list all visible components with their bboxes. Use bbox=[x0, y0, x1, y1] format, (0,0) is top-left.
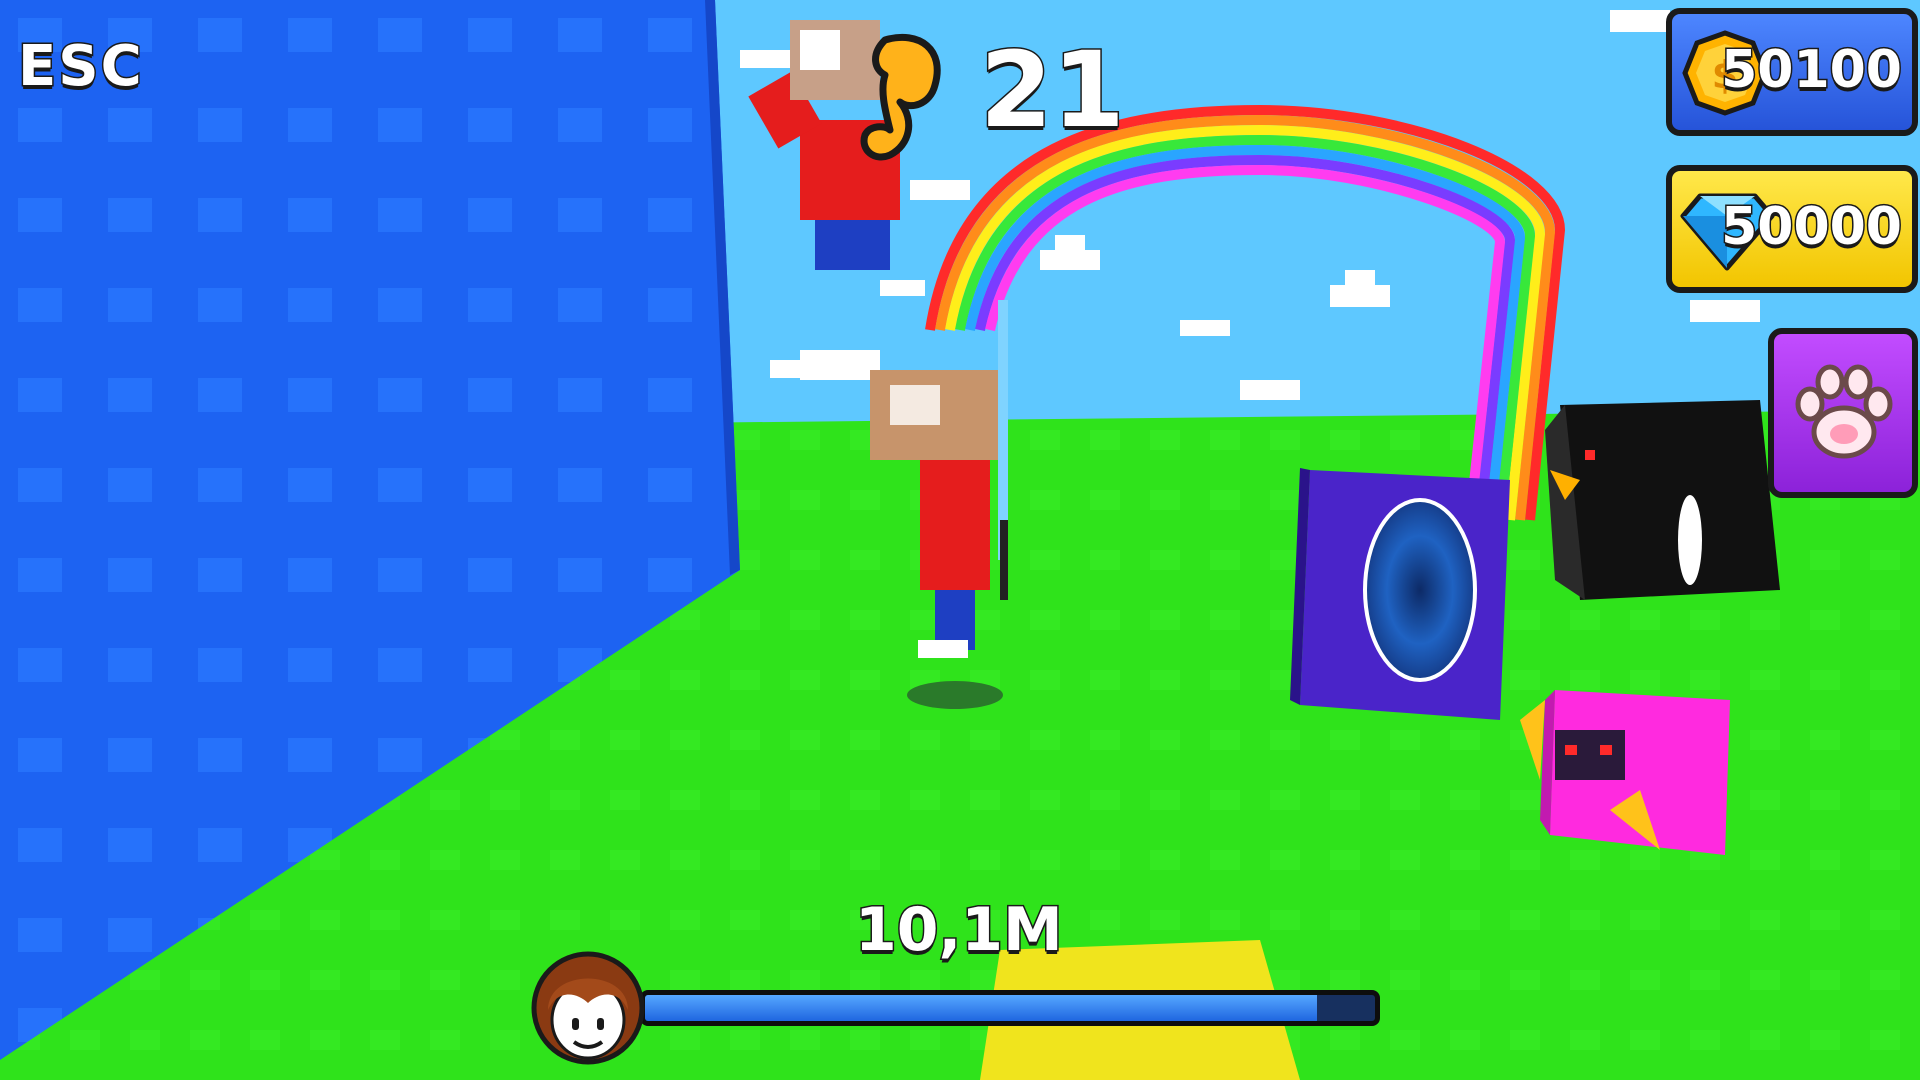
flexed-arm-icon bbox=[860, 33, 941, 161]
coins-value: 50100 bbox=[1720, 39, 1904, 102]
portal-block bbox=[1290, 468, 1510, 720]
pink-block-pet bbox=[1520, 690, 1730, 855]
progress-bar-fill bbox=[645, 995, 1317, 1021]
power-value: 21 bbox=[979, 29, 1127, 152]
gems-panel: 50000 bbox=[1666, 165, 1918, 293]
gems-value: 50000 bbox=[1720, 196, 1904, 259]
coins-panel: $ 50100 bbox=[1666, 8, 1918, 136]
black-cat-pet bbox=[1545, 400, 1780, 600]
paw-icon bbox=[1795, 364, 1893, 459]
player-avatar-icon bbox=[531, 951, 645, 1065]
progress-label: 10,1M bbox=[854, 894, 1065, 967]
power-counter: 21 bbox=[850, 29, 1126, 161]
esc-button[interactable]: ESC bbox=[10, 30, 152, 103]
progress-bar bbox=[640, 990, 1380, 1026]
pets-button[interactable] bbox=[1768, 328, 1918, 498]
